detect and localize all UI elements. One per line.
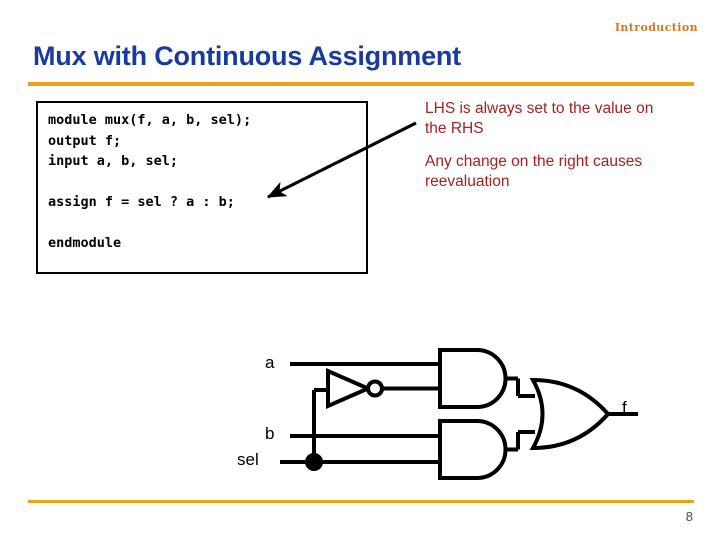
slide-section-header: Introduction	[614, 21, 698, 34]
not-gate-body	[326, 367, 373, 410]
page-number: 8	[685, 509, 693, 524]
sel-junction-dot	[305, 453, 323, 471]
code-block-text: module mux(f, a, b, sel); output f; inpu…	[48, 112, 252, 251]
or-gate-body	[529, 377, 611, 451]
note-item-1: LHS is always set to the value on the RH…	[425, 100, 654, 137]
circuit-label-f: f	[622, 398, 627, 417]
code-block: module mux(f, a, b, sel); output f; inpu…	[36, 101, 368, 274]
slide-canvas: Introduction Mux with Continuous Assignm…	[0, 0, 720, 540]
notes-list: LHS is always set to the value on the RH…	[425, 99, 665, 191]
note-item-2: Any change on the right causes reevaluat…	[425, 153, 643, 190]
not-gate-bubble	[366, 379, 384, 398]
page-title: Mux with Continuous Assignment	[33, 41, 461, 71]
circuit-diagram	[280, 348, 638, 480]
circuit-label-a: a	[265, 353, 275, 372]
circuit-label-b: b	[265, 424, 275, 443]
and-gate-top-body	[438, 348, 508, 409]
footer-divider-rule	[28, 500, 694, 503]
circuit-label-sel: sel	[237, 450, 259, 469]
title-divider-rule	[28, 82, 694, 86]
and-gate-bottom-body	[438, 419, 508, 480]
